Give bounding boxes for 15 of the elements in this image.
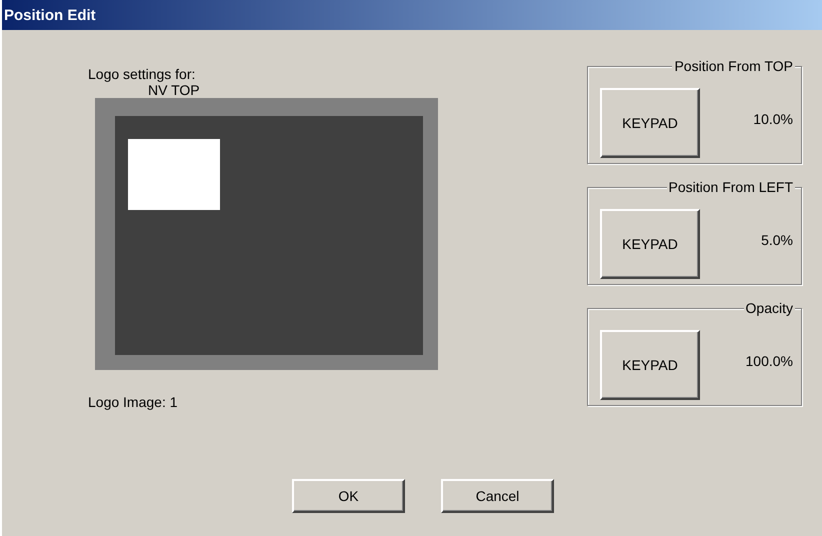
window-title: Position Edit	[4, 6, 96, 24]
logo-settings-label: Logo settings for:	[88, 66, 196, 82]
logo-image-label: Logo Image: 1	[88, 394, 179, 410]
group-title: Position From TOP	[672, 58, 795, 74]
keypad-button[interactable]: KEYPAD	[600, 88, 700, 158]
value-text: 5.0%	[761, 232, 793, 248]
group-title: Opacity	[744, 300, 795, 316]
ok-button[interactable]: OK	[292, 479, 405, 513]
logo-name: NV TOP	[148, 82, 201, 98]
value-text: 10.0%	[753, 111, 793, 127]
keypad-button[interactable]: KEYPAD	[600, 209, 700, 279]
cancel-button[interactable]: Cancel	[441, 479, 554, 513]
group-title: Position From LEFT	[666, 179, 795, 195]
keypad-button[interactable]: KEYPAD	[600, 330, 700, 400]
value-text: 100.0%	[746, 353, 793, 369]
